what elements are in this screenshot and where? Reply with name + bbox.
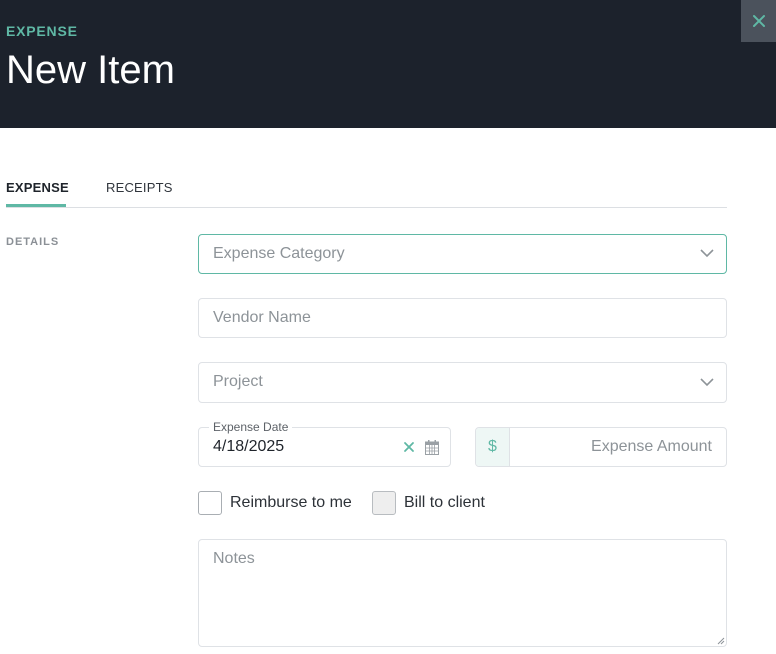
chevron-down-icon <box>700 377 714 386</box>
header-bar: EXPENSE New Item <box>0 0 776 128</box>
project-placeholder: Project <box>213 373 263 390</box>
expense-category-select[interactable]: Expense Category <box>198 234 727 274</box>
bill-to-client-checkbox[interactable] <box>372 491 396 515</box>
expense-date-value: 4/18/2025 <box>213 438 285 455</box>
tab-expense[interactable]: EXPENSE <box>6 180 69 195</box>
project-select[interactable]: Project <box>198 362 727 403</box>
chevron-down-icon <box>700 249 714 258</box>
active-tab-indicator <box>6 204 66 207</box>
close-button[interactable] <box>741 0 776 42</box>
expense-amount-placeholder: Expense Amount <box>591 438 712 455</box>
tab-receipts[interactable]: RECEIPTS <box>106 180 173 195</box>
close-icon <box>752 15 765 27</box>
calendar-icon[interactable] <box>425 440 439 455</box>
expense-date-field[interactable]: Expense Date 4/18/2025 <box>198 420 451 467</box>
reimburse-checkbox[interactable] <box>198 491 222 515</box>
notes-placeholder: Notes <box>213 550 255 567</box>
tab-bar: EXPENSE RECEIPTS <box>6 170 727 208</box>
expense-amount-input[interactable]: $ Expense Amount <box>475 427 727 467</box>
currency-prefix: $ <box>476 428 510 466</box>
vendor-name-placeholder: Vendor Name <box>213 309 311 326</box>
bill-to-client-label[interactable]: Bill to client <box>404 494 485 512</box>
header-eyebrow: EXPENSE <box>6 23 78 39</box>
vendor-name-input[interactable]: Vendor Name <box>198 298 727 338</box>
reimburse-label[interactable]: Reimburse to me <box>230 494 352 512</box>
expense-date-label: Expense Date <box>209 420 293 434</box>
section-label-details: DETAILS <box>6 236 60 248</box>
expense-category-placeholder: Expense Category <box>213 245 345 262</box>
clear-x-icon[interactable] <box>403 440 415 454</box>
page-title: New Item <box>6 48 175 92</box>
notes-textarea[interactable]: Notes <box>198 539 727 647</box>
resize-grip-icon[interactable] <box>717 637 725 645</box>
